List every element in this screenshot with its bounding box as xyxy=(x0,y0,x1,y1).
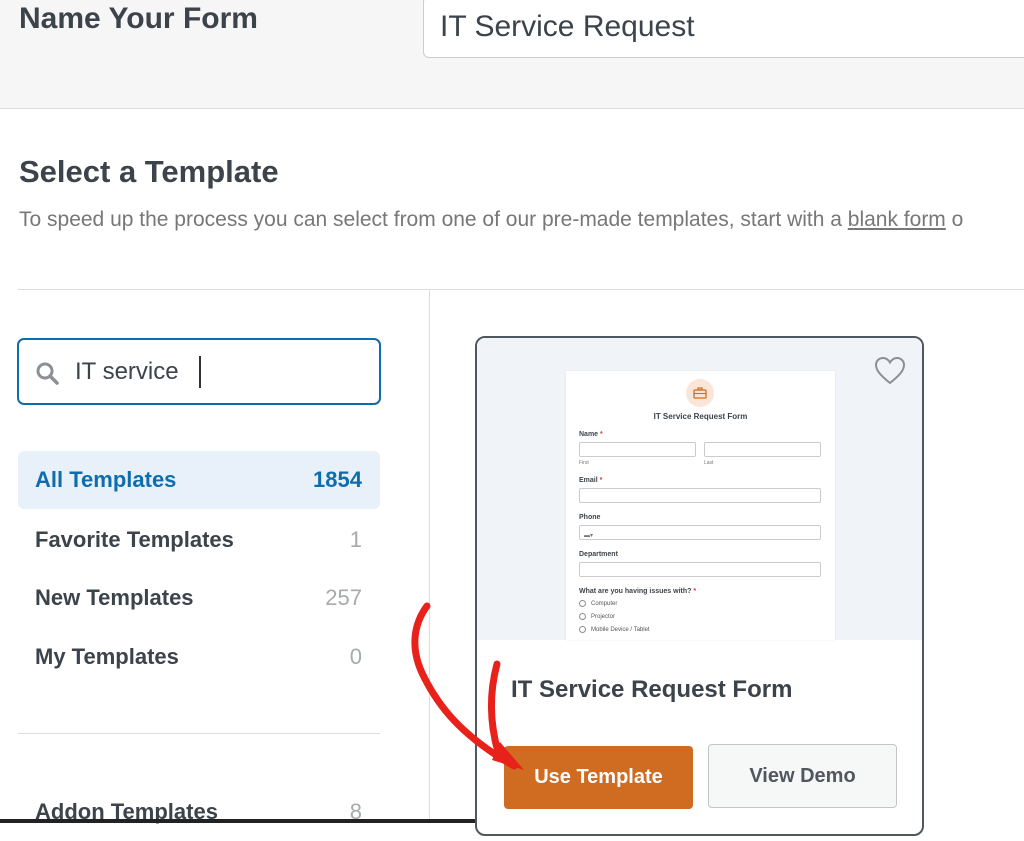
bottom-edge-line xyxy=(0,819,530,823)
required-marker: * xyxy=(599,477,603,484)
sidebar-divider xyxy=(429,290,430,823)
divider xyxy=(18,289,1024,290)
category-my-templates[interactable]: My Templates 0 xyxy=(18,628,380,686)
preview-option: Projector xyxy=(579,613,615,620)
preview-name-label: Name * xyxy=(579,431,603,438)
preview-email-label: Email * xyxy=(579,477,602,484)
form-name-label: Name Your Form xyxy=(19,2,258,35)
category-count: 0 xyxy=(349,644,362,669)
preview-name-text: Name xyxy=(579,431,599,438)
description-suffix: o xyxy=(945,208,964,231)
preview-last-field xyxy=(704,442,821,457)
briefcase-icon xyxy=(693,387,707,399)
category-new-templates[interactable]: New Templates 257 xyxy=(18,569,380,627)
section-description: To speed up the process you can select f… xyxy=(19,208,963,232)
preview-question-text: What are you having issues with? xyxy=(579,588,692,595)
required-marker: * xyxy=(693,588,697,595)
preview-form-title: IT Service Request Form xyxy=(653,412,748,421)
template-card-title: IT Service Request Form xyxy=(511,676,793,703)
form-name-input[interactable] xyxy=(423,0,1024,58)
preview-option: Computer xyxy=(579,600,617,607)
category-count: 1 xyxy=(349,527,362,552)
category-label: All Templates xyxy=(35,467,177,492)
option-label: Mobile Device / Tablet xyxy=(591,627,650,634)
blank-form-link[interactable]: blank form xyxy=(848,208,946,231)
category-all-templates[interactable]: All Templates 1854 xyxy=(18,451,380,509)
search-icon xyxy=(36,362,59,385)
category-label: Favorite Templates xyxy=(35,527,234,552)
use-template-button[interactable]: Use Template xyxy=(504,746,693,809)
preview-last-sub: Last xyxy=(704,460,714,466)
search-input[interactable] xyxy=(75,350,365,394)
form-name-bar: Name Your Form xyxy=(0,0,1024,109)
category-count: 257 xyxy=(325,585,362,610)
preview-email-text: Email xyxy=(579,477,598,484)
option-label: Projector xyxy=(591,614,616,621)
preview-department-field xyxy=(579,562,821,577)
category-favorite-templates[interactable]: Favorite Templates 1 xyxy=(18,511,380,569)
text-caret xyxy=(199,356,201,388)
preview-question-label: What are you having issues with? * xyxy=(579,588,696,595)
preview-phone-label: Phone xyxy=(579,514,601,521)
heart-icon[interactable] xyxy=(874,356,906,386)
flag-icon: ▬▾ xyxy=(584,533,594,539)
category-label: My Templates xyxy=(35,644,179,669)
template-card[interactable]: IT Service Request Form Name * First Las… xyxy=(475,336,924,836)
category-count: 1854 xyxy=(313,467,362,492)
option-label: Computer xyxy=(591,601,618,608)
preview-department-label: Department xyxy=(579,551,618,558)
category-label: New Templates xyxy=(35,585,194,610)
briefcase-badge xyxy=(686,379,714,407)
category-divider xyxy=(18,733,380,734)
section-title: Select a Template xyxy=(19,154,279,189)
preview-phone-field xyxy=(579,525,821,540)
preview-first-field xyxy=(579,442,696,457)
required-marker: * xyxy=(600,431,603,438)
description-text: To speed up the process you can select f… xyxy=(19,208,848,231)
template-preview[interactable]: IT Service Request Form Name * First Las… xyxy=(477,338,922,640)
preview-first-sub: First xyxy=(579,460,589,466)
view-demo-button[interactable]: View Demo xyxy=(708,744,897,808)
form-preview-thumbnail: IT Service Request Form Name * First Las… xyxy=(566,371,835,640)
category-addon-templates[interactable]: Addon Templates 8 xyxy=(18,783,380,841)
preview-email-field xyxy=(579,488,821,503)
template-search[interactable] xyxy=(17,338,381,405)
preview-option: Mobile Device / Tablet xyxy=(579,626,650,633)
